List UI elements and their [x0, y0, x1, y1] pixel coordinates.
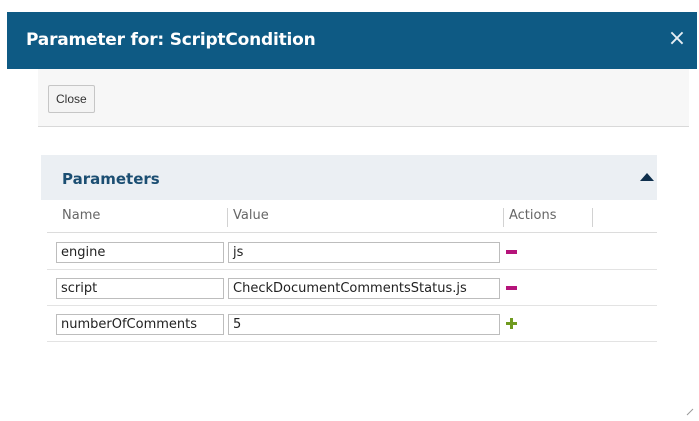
parameter-name-field[interactable]: script: [56, 278, 224, 299]
parameter-value-field[interactable]: CheckDocumentCommentsStatus.js: [228, 278, 500, 299]
dialog-toolbar: Close: [38, 69, 689, 127]
triangle-up-icon[interactable]: [640, 173, 654, 181]
parameter-value-field[interactable]: 5: [228, 314, 500, 335]
close-icon[interactable]: ×: [667, 27, 687, 51]
column-divider: [503, 208, 504, 227]
column-divider: [227, 208, 228, 227]
close-button[interactable]: Close: [48, 85, 95, 113]
header-divider: [47, 232, 657, 233]
parameter-name-field[interactable]: numberOfComments: [56, 314, 224, 335]
minus-icon[interactable]: [506, 250, 517, 254]
parameters-section-header[interactable]: Parameters: [41, 155, 657, 200]
minus-icon[interactable]: [506, 286, 517, 290]
table-row: engine js: [47, 234, 657, 270]
row-divider: [47, 341, 657, 342]
parameter-dialog: Parameter for: ScriptCondition × Close P…: [7, 12, 697, 419]
table-row: numberOfComments 5: [47, 306, 657, 342]
dialog-title: Parameter for: ScriptCondition: [26, 30, 316, 50]
column-divider: [592, 208, 593, 227]
plus-icon[interactable]: [506, 318, 517, 329]
parameter-value-field[interactable]: js: [228, 242, 500, 263]
resize-handle-icon[interactable]: [686, 408, 694, 416]
table-row: script CheckDocumentCommentsStatus.js: [47, 270, 657, 306]
dialog-titlebar: Parameter for: ScriptCondition ×: [7, 12, 697, 69]
column-header-actions: Actions: [509, 208, 557, 223]
column-header-name: Name: [62, 208, 101, 223]
section-title: Parameters: [62, 170, 160, 188]
column-header-value: Value: [233, 208, 269, 223]
parameter-name-field[interactable]: engine: [56, 242, 224, 263]
plus-icon-bar: [510, 318, 513, 329]
